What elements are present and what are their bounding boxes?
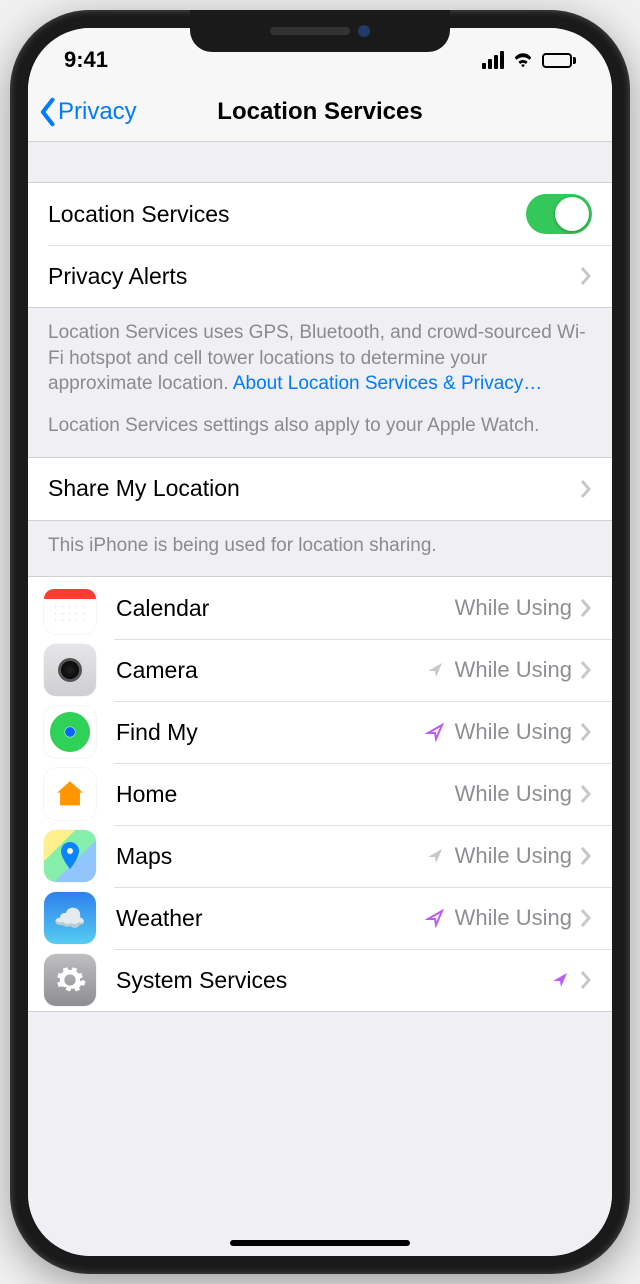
- app-permission-value: While Using: [455, 843, 572, 869]
- app-permission-value: While Using: [455, 595, 572, 621]
- app-name: Weather: [116, 905, 425, 932]
- chevron-left-icon: [38, 97, 56, 127]
- content[interactable]: Location Services Privacy Alerts Locatio…: [28, 142, 612, 1256]
- app-permission-value: While Using: [455, 781, 572, 807]
- app-row-find-my[interactable]: Find My While Using: [28, 701, 612, 763]
- chevron-right-icon: [580, 479, 592, 499]
- system-services-icon: [44, 954, 96, 1006]
- app-row-calendar[interactable]: · · · · ·· · · · ·· · · · · CalendarWhile…: [28, 577, 612, 639]
- app-row-weather[interactable]: ☁️ Weather While Using: [28, 887, 612, 949]
- about-location-link[interactable]: About Location Services & Privacy…: [233, 373, 542, 394]
- system-services-label: System Services: [116, 967, 550, 994]
- app-name: Calendar: [116, 595, 455, 622]
- location-services-toggle-row[interactable]: Location Services: [28, 183, 612, 245]
- chevron-right-icon: [580, 908, 592, 928]
- app-permission-value: While Using: [455, 719, 572, 745]
- location-arrow-icon: [425, 846, 445, 866]
- chevron-right-icon: [580, 266, 592, 286]
- chevron-right-icon: [580, 846, 592, 866]
- device-frame: 9:41 Privacy Location Services Location …: [10, 10, 630, 1274]
- location-arrow-icon: [425, 908, 445, 928]
- share-my-location-label: Share My Location: [48, 475, 580, 502]
- chevron-right-icon: [580, 722, 592, 742]
- location-arrow-icon: [425, 722, 445, 742]
- back-label: Privacy: [58, 98, 137, 126]
- camera-app-icon: [44, 644, 96, 696]
- location-arrow-icon: [550, 970, 570, 990]
- system-services-row[interactable]: System Services: [28, 949, 612, 1011]
- home-app-icon: [44, 768, 96, 820]
- calendar-app-icon: · · · · ·· · · · ·· · · · ·: [44, 582, 96, 634]
- location-services-description: Location Services uses GPS, Bluetooth, a…: [28, 308, 612, 457]
- chevron-right-icon: [580, 970, 592, 990]
- app-permission-value: While Using: [455, 905, 572, 931]
- home-indicator[interactable]: [230, 1240, 410, 1246]
- chevron-right-icon: [580, 598, 592, 618]
- battery-icon: [542, 53, 576, 68]
- notch: [190, 10, 450, 52]
- app-name: Maps: [116, 843, 425, 870]
- chevron-right-icon: [580, 784, 592, 804]
- app-row-camera[interactable]: Camera While Using: [28, 639, 612, 701]
- app-name: Camera: [116, 657, 425, 684]
- app-row-home[interactable]: HomeWhile Using: [28, 763, 612, 825]
- cellular-signal-icon: [482, 51, 504, 69]
- chevron-right-icon: [580, 660, 592, 680]
- location-services-toggle[interactable]: [526, 194, 592, 234]
- privacy-alerts-label: Privacy Alerts: [48, 263, 580, 290]
- location-arrow-icon: [425, 660, 445, 680]
- app-name: Find My: [116, 719, 425, 746]
- maps-app-icon: [44, 830, 96, 882]
- back-button[interactable]: Privacy: [38, 97, 137, 127]
- app-name: Home: [116, 781, 455, 808]
- status-time: 9:41: [64, 47, 108, 73]
- wifi-icon: [512, 51, 534, 69]
- weather-app-icon: ☁️: [44, 892, 96, 944]
- share-my-location-row[interactable]: Share My Location: [28, 458, 612, 520]
- location-services-label: Location Services: [48, 201, 526, 228]
- privacy-alerts-row[interactable]: Privacy Alerts: [28, 245, 612, 307]
- app-row-maps[interactable]: Maps While Using: [28, 825, 612, 887]
- screen: 9:41 Privacy Location Services Location …: [28, 28, 612, 1256]
- nav-bar: Privacy Location Services: [28, 82, 612, 142]
- findmy-app-icon: [44, 706, 96, 758]
- app-permission-value: While Using: [455, 657, 572, 683]
- share-footer: This iPhone is being used for location s…: [28, 521, 612, 577]
